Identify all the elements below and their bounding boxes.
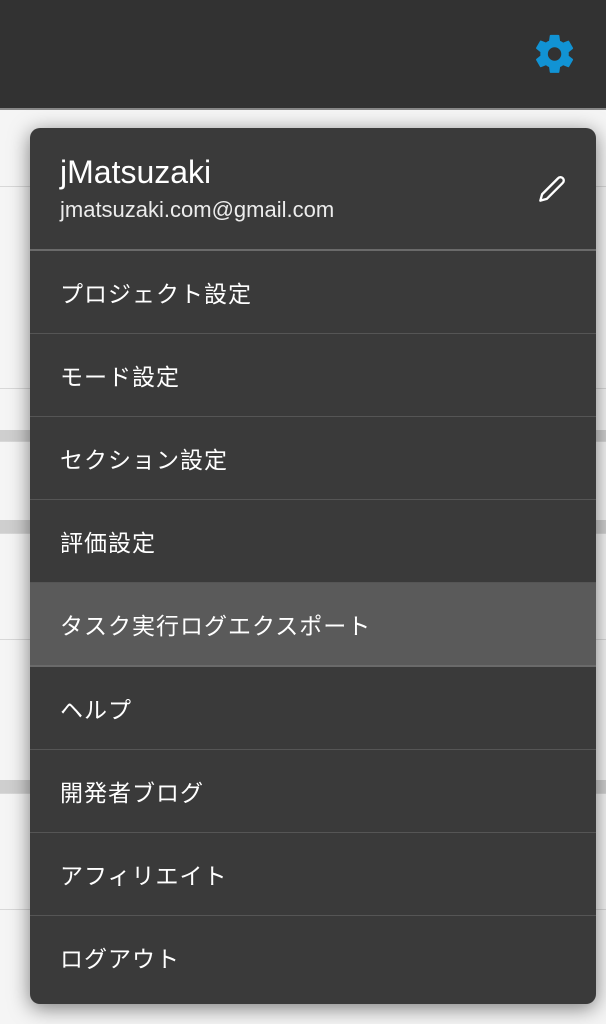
menu-item-task-log-export[interactable]: タスク実行ログエクスポート [30,583,596,667]
menu-item-label: 評価設定 [60,530,156,556]
menu-item-logout[interactable]: ログアウト [30,916,596,1004]
menu-item-label: セクション設定 [60,447,228,473]
profile-header: jMatsuzaki jmatsuzaki.com@gmail.com [30,128,596,251]
menu-item-label: ログアウト [60,946,180,972]
menu-item-label: タスク実行ログエクスポート [60,613,371,639]
menu-item-project-settings[interactable]: プロジェクト設定 [30,251,596,334]
menu-item-help[interactable]: ヘルプ [30,667,596,750]
profile-email: jmatsuzaki.com@gmail.com [60,197,334,223]
menu-item-label: 開発者ブログ [60,780,204,806]
menu-item-section-settings[interactable]: セクション設定 [30,417,596,500]
profile-name: jMatsuzaki [60,154,334,191]
menu-item-dev-blog[interactable]: 開発者ブログ [30,750,596,833]
gear-icon[interactable] [532,31,578,77]
menu-item-mode-settings[interactable]: モード設定 [30,334,596,417]
menu-item-label: プロジェクト設定 [60,281,252,307]
topbar [0,0,606,110]
profile-text: jMatsuzaki jmatsuzaki.com@gmail.com [60,154,334,223]
menu-item-rating-settings[interactable]: 評価設定 [30,500,596,583]
menu-item-label: モード設定 [60,364,180,390]
menu-item-affiliate[interactable]: アフィリエイト [30,833,596,916]
settings-dropdown: jMatsuzaki jmatsuzaki.com@gmail.com プロジェ… [30,128,596,1004]
menu-item-label: アフィリエイト [60,863,228,889]
edit-icon[interactable] [538,175,566,203]
menu-item-label: ヘルプ [60,697,132,723]
